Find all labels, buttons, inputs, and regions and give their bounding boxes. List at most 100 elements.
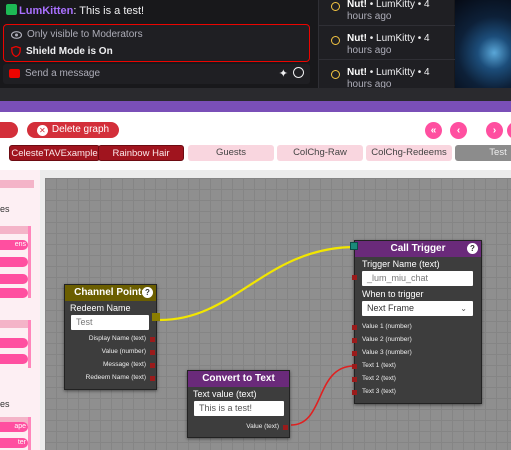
palette-divider — [0, 320, 30, 328]
output-display-name: Display Name (text) — [88, 335, 146, 342]
trigger-output-port[interactable] — [152, 313, 160, 321]
trigger-input-port[interactable] — [350, 242, 358, 250]
activity-item[interactable]: Nut! • LumKitty • 4 hours ago — [319, 0, 455, 26]
wire-yellow[interactable] — [159, 245, 355, 322]
output-port[interactable] — [150, 363, 155, 368]
palette-section-heading: es — [0, 204, 10, 214]
palette-scroll-rail[interactable] — [28, 226, 31, 298]
when-to-trigger-select[interactable]: Next Frame ⌄ — [362, 301, 473, 316]
convert-to-text-node[interactable]: Convert to Text Text value (text) This i… — [187, 370, 290, 438]
delete-graph-label: Delete graph — [51, 124, 110, 135]
nav-next-button[interactable]: › — [486, 122, 503, 139]
node-palette-sidebar: es ens es ape ter — [0, 170, 40, 450]
help-icon[interactable]: ? — [142, 287, 153, 298]
input-port[interactable] — [352, 325, 357, 330]
graph-toolbar: ✕ Delete graph « ‹ › CelesteTAVExample Ra… — [0, 112, 511, 170]
channel-points-icon — [331, 70, 340, 79]
tab-colchg-redeems[interactable]: ColChg-Redeems — [366, 145, 452, 161]
send-message-input[interactable]: Send a message ✦ — [3, 64, 310, 84]
activity-meta: • LumKitty • 4 — [367, 67, 430, 78]
text-value-label: Text value (text) — [193, 389, 257, 399]
when-to-trigger-label: When to trigger — [362, 289, 424, 299]
chat-panel: LumKitten: This is a test! Only visible … — [0, 0, 316, 88]
camera-icon[interactable] — [9, 69, 20, 78]
input-port[interactable] — [352, 377, 357, 382]
input-value-3: Value 3 (number) — [362, 349, 412, 356]
redeem-name-input[interactable]: Test — [71, 315, 149, 330]
output-port[interactable] — [150, 337, 155, 342]
palette-item[interactable] — [0, 257, 28, 267]
trigger-name-input[interactable]: _lum_miu_chat — [362, 271, 473, 286]
output-port[interactable] — [150, 350, 155, 355]
tab-test[interactable]: Test — [455, 145, 511, 161]
party-icon[interactable]: ✦ — [279, 67, 288, 80]
input-port[interactable] — [352, 351, 357, 356]
palette-item[interactable] — [0, 338, 28, 348]
activity-title: Nut! • LumKitty • 4 — [347, 0, 430, 10]
nav-first-button[interactable]: « — [425, 122, 442, 139]
subscriber-badge-icon — [6, 4, 17, 15]
delete-graph-button[interactable]: ✕ Delete graph — [27, 122, 119, 138]
send-message-placeholder: Send a message — [25, 68, 101, 79]
help-icon[interactable]: ? — [467, 243, 478, 254]
input-text-2: Text 2 (text) — [362, 375, 396, 382]
shield-icon — [11, 46, 21, 57]
nav-prev-button[interactable]: ‹ — [450, 122, 467, 139]
redeem-name-label: Redeem Name — [70, 303, 131, 313]
call-trigger-title: Call Trigger — [390, 243, 446, 254]
call-trigger-header[interactable]: Call Trigger ? — [355, 241, 481, 257]
palette-item[interactable] — [0, 274, 28, 284]
activity-meta: • LumKitty • 4 — [367, 33, 430, 44]
eye-icon — [11, 30, 22, 39]
purple-stripe — [0, 101, 511, 112]
chat-username[interactable]: LumKitten — [19, 5, 73, 17]
activity-reward: Nut! — [347, 67, 367, 78]
output-port[interactable] — [150, 376, 155, 381]
moderator-notice-box: Only visible to Moderators Shield Mode i… — [3, 24, 310, 62]
channel-points-header[interactable]: Channel Points ? — [65, 285, 156, 301]
tab-rainbow-hair[interactable]: Rainbow Hair — [98, 145, 184, 161]
palette-section-heading: es — [0, 399, 10, 409]
shield-mode-text: Shield Mode is On — [26, 46, 113, 57]
twitch-dashboard-strip: LumKitten: This is a test! Only visible … — [0, 0, 511, 94]
convert-to-text-header[interactable]: Convert to Text — [188, 371, 289, 387]
input-text-3: Text 3 (text) — [362, 388, 396, 395]
palette-item[interactable]: ens — [0, 240, 28, 250]
input-port[interactable] — [352, 338, 357, 343]
channel-points-title: Channel Points — [74, 287, 147, 298]
activity-item[interactable]: Nut! • LumKitty • 4 hours ago — [319, 30, 455, 60]
tab-colchg-raw[interactable]: ColChg-Raw — [277, 145, 363, 161]
stream-preview-image — [455, 0, 511, 88]
palette-item[interactable] — [0, 354, 28, 364]
palette-scroll-rail[interactable] — [28, 320, 31, 368]
input-text-1: Text 1 (text) — [362, 362, 396, 369]
trash-icon: ✕ — [36, 125, 48, 136]
channel-points-node[interactable]: Channel Points ? Redeem Name Test Displa… — [64, 284, 157, 390]
activity-feed: Nut! • LumKitty • 4 hours ago Nut! • Lum… — [318, 0, 455, 94]
input-port[interactable] — [352, 275, 357, 280]
call-trigger-node[interactable]: Call Trigger ? Trigger Name (text) _lum_… — [352, 240, 482, 404]
tab-guests[interactable]: Guests — [188, 145, 274, 161]
input-port[interactable] — [352, 390, 357, 395]
palette-item[interactable]: ter — [0, 438, 28, 448]
graph-canvas[interactable]: Channel Points ? Redeem Name Test Displa… — [45, 178, 511, 450]
wire-red[interactable] — [290, 365, 355, 426]
truncated-button[interactable] — [0, 122, 18, 138]
activity-reward: Nut! — [347, 33, 367, 44]
shield-mode-row[interactable]: Shield Mode is On — [11, 46, 113, 57]
chat-text: This is a test! — [76, 5, 145, 17]
tab-celestetavexample[interactable]: CelesteTAVExample — [9, 145, 100, 161]
output-message: Message (text) — [103, 361, 146, 368]
output-port[interactable] — [283, 425, 288, 430]
activity-title: Nut! • LumKitty • 4 — [347, 67, 430, 78]
nav-last-button[interactable] — [507, 122, 511, 139]
output-value-text: Value (text) — [246, 423, 279, 430]
trigger-name-label: Trigger Name (text) — [362, 259, 440, 269]
text-value-input[interactable]: This is a test! — [194, 401, 284, 416]
activity-title: Nut! • LumKitty • 4 — [347, 33, 430, 44]
input-port[interactable] — [352, 364, 357, 369]
palette-item[interactable]: ape — [0, 422, 28, 432]
emote-icon[interactable] — [293, 67, 304, 78]
palette-scroll-rail[interactable] — [28, 417, 31, 450]
palette-item[interactable] — [0, 288, 28, 298]
